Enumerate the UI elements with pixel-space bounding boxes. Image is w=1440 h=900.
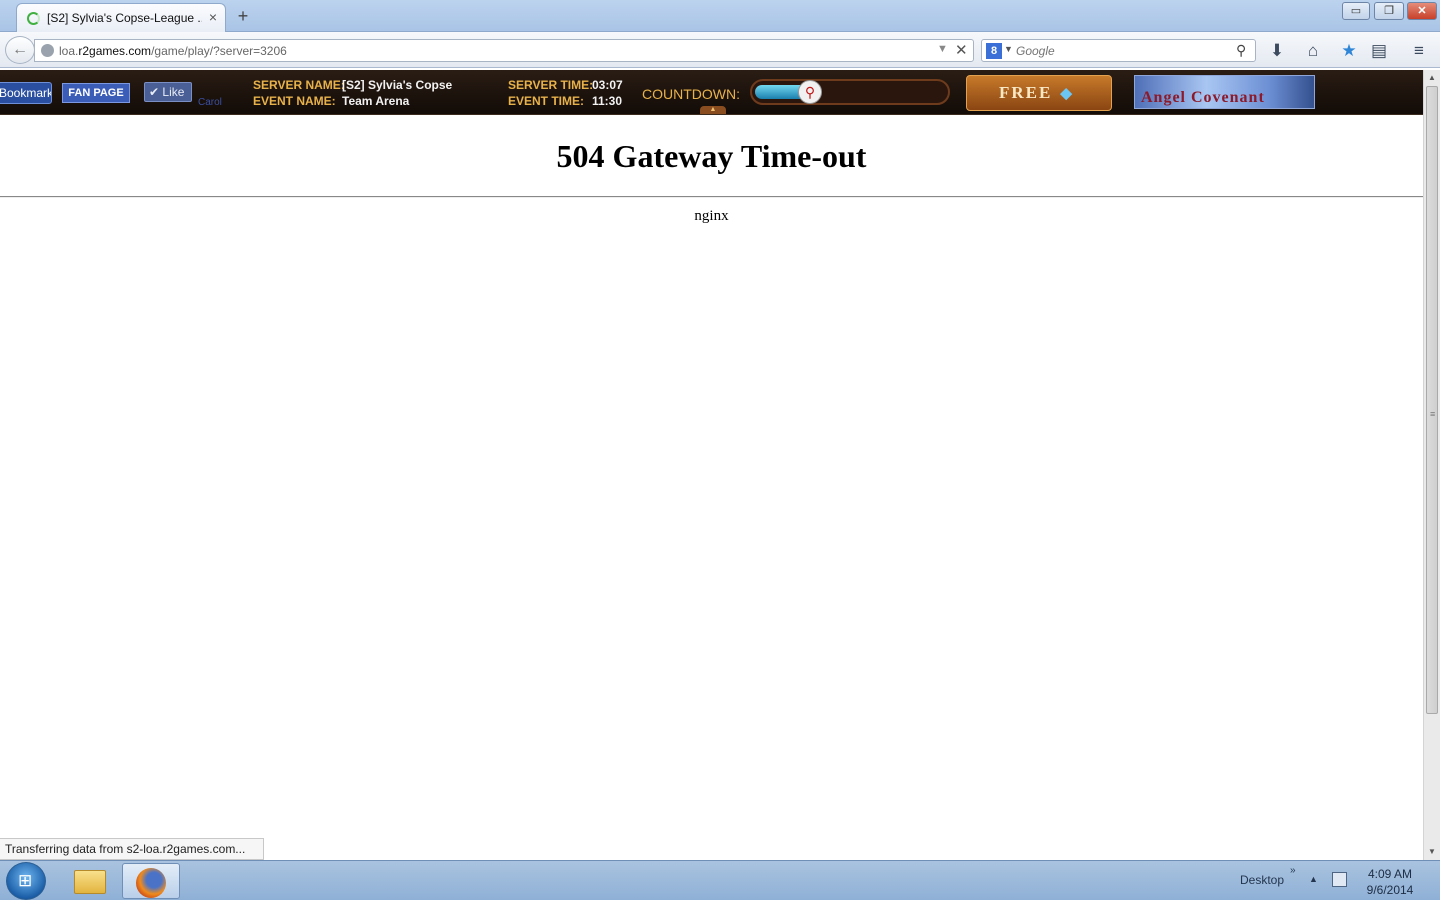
taskbar-firefox-button[interactable]	[122, 863, 180, 899]
collapse-bar-arrow-icon[interactable]: ▲	[700, 106, 726, 114]
system-clock[interactable]: 4:09 AM 9/6/2014	[1360, 866, 1420, 898]
taskbar-explorer-button[interactable]	[60, 863, 118, 899]
back-button[interactable]: ←	[5, 36, 35, 64]
toolbar-expand-icon[interactable]: »	[1290, 865, 1296, 876]
free-gems-button[interactable]: FREE ◆	[966, 75, 1112, 111]
loading-spinner-icon	[27, 12, 40, 25]
home-icon[interactable]: ⌂	[1302, 41, 1324, 61]
stop-loading-icon[interactable]: ✕	[955, 41, 968, 59]
diamond-icon: ◆	[1060, 86, 1074, 102]
like-check-icon: ✔	[149, 85, 163, 99]
carol-text: Carol	[198, 97, 222, 108]
network-icon[interactable]	[1332, 872, 1347, 887]
clock-time: 4:09 AM	[1367, 867, 1413, 881]
server-name-value: [S2] Sylvia's Copse	[342, 78, 453, 92]
search-engine-icon[interactable]: 8	[986, 43, 1002, 59]
folder-icon	[74, 870, 106, 894]
site-identity-icon[interactable]	[41, 44, 54, 57]
search-input[interactable]	[1016, 43, 1216, 59]
url-history-dropdown-icon[interactable]: ▼	[937, 43, 948, 55]
server-signature: nginx	[694, 208, 729, 224]
search-engine-dropdown-icon[interactable]: ▼	[1004, 44, 1013, 54]
countdown-progress-bar: ⚲	[750, 79, 950, 105]
address-url[interactable]: loa.r2games.com/game/play/?server=3206	[59, 44, 287, 58]
event-time-label: EVENT TIME:	[508, 94, 585, 108]
key-icon: ⚲	[798, 80, 822, 104]
firefox-icon	[136, 868, 166, 898]
like-label: Like	[162, 85, 185, 99]
tab-close-icon[interactable]: ×	[205, 9, 221, 25]
like-button[interactable]: ✔ Like	[144, 82, 192, 102]
window-minimize-button[interactable]: ▭	[1342, 2, 1370, 20]
fan-page-button[interactable]: FAN PAGE	[62, 83, 130, 103]
server-name-label: SERVER NAME:	[253, 78, 345, 92]
reading-list-icon[interactable]: ▤	[1368, 41, 1390, 61]
search-icon[interactable]: ⚲	[1236, 42, 1246, 59]
bookmark-star-icon[interactable]: ★	[1338, 41, 1360, 61]
desktop-toolbar-label[interactable]: Desktop	[1240, 873, 1284, 887]
new-tab-button[interactable]: +	[232, 6, 254, 26]
address-bar[interactable]: loa.r2games.com/game/play/?server=3206 ▼…	[34, 39, 974, 62]
game-logo-text: Angel Covenant	[1141, 89, 1265, 106]
game-logo-banner[interactable]: Angel Covenant	[1134, 75, 1315, 109]
browser-nav-bar: loa.r2games.com/game/play/?server=3206 ▼…	[0, 32, 1440, 68]
windows-taskbar: ⊞ Desktop » ▲ 4:09 AM 9/6/2014	[0, 860, 1440, 900]
search-bar[interactable]: 8 ▼ ⚲	[981, 39, 1256, 62]
event-name-label: EVENT NAME:	[253, 94, 336, 108]
server-time-value: 03:07	[592, 78, 623, 92]
scroll-down-arrow-icon[interactable]: ▼	[1424, 844, 1440, 860]
browser-tab-strip: [S2] Sylvia's Copse-League ... × + ▭ ❐ ✕	[0, 0, 1440, 32]
download-icon[interactable]: ⬇	[1266, 41, 1288, 61]
game-header-bar: Bookmark FAN PAGE ✔ Like Carol SERVER NA…	[0, 70, 1423, 115]
browser-tab-active[interactable]: [S2] Sylvia's Copse-League ... ×	[16, 3, 226, 32]
vertical-scrollbar[interactable]: ▲ ≡ ▼	[1423, 70, 1440, 860]
divider	[0, 196, 1423, 198]
event-name-value: Team Arena	[342, 94, 410, 108]
scrollbar-thumb[interactable]: ≡	[1426, 86, 1438, 714]
windows-logo-icon: ⊞	[18, 871, 33, 890]
bookmark-button[interactable]: Bookmark	[0, 82, 52, 104]
hamburger-menu-icon[interactable]: ≡	[1408, 41, 1430, 61]
server-time-label: SERVER TIME:	[508, 78, 594, 92]
event-time-value: 11:30	[592, 94, 623, 108]
window-maximize-button[interactable]: ❐	[1374, 2, 1404, 20]
scroll-up-arrow-icon[interactable]: ▲	[1424, 70, 1440, 86]
start-button[interactable]: ⊞	[6, 862, 46, 900]
status-text: Transferring data from s2-loa.r2games.co…	[0, 838, 264, 860]
error-heading: 504 Gateway Time-out	[556, 138, 867, 174]
free-label: FREE	[999, 83, 1053, 102]
show-hidden-icons-icon[interactable]: ▲	[1309, 874, 1318, 884]
countdown-label: COUNTDOWN:	[642, 86, 740, 102]
clock-date: 9/6/2014	[1366, 883, 1414, 897]
window-close-button[interactable]: ✕	[1407, 2, 1437, 20]
page-content: 504 Gateway Time-out nginx	[0, 116, 1423, 860]
tab-title: [S2] Sylvia's Copse-League ...	[47, 11, 202, 25]
grip-icon: ≡	[1430, 409, 1436, 419]
